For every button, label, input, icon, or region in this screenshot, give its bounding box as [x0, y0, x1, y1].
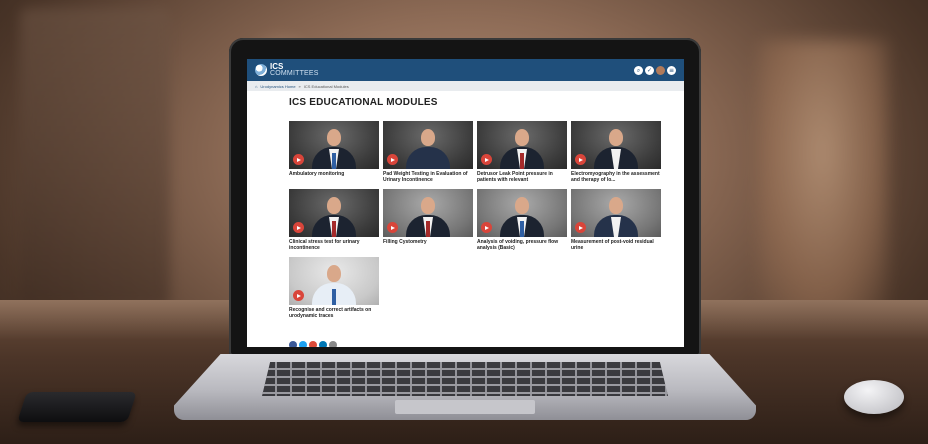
laptop-keyboard-rows: [262, 362, 668, 396]
computer-mouse: [844, 380, 904, 414]
module-thumbnail[interactable]: [289, 189, 379, 237]
module-thumbnail[interactable]: [383, 121, 473, 169]
menu-icon[interactable]: ≡: [667, 65, 676, 75]
modules-grid: Ambulatory monitoring Pad Weight Testing…: [289, 121, 661, 319]
play-icon[interactable]: [575, 222, 586, 233]
module-title[interactable]: Measurement of post-void residual urine: [571, 239, 661, 251]
module-thumbnail[interactable]: [289, 121, 379, 169]
module-card[interactable]: Detrusor Leak Point pressure in patients…: [477, 121, 567, 183]
module-title[interactable]: Analysis of voiding, pressure flow analy…: [477, 239, 567, 251]
module-title[interactable]: Clinical stress test for urinary inconti…: [289, 239, 379, 251]
presenter-head: [327, 265, 341, 282]
play-icon[interactable]: [387, 154, 398, 165]
presenter-head: [327, 129, 341, 146]
presenter-figure: [406, 147, 450, 169]
play-icon[interactable]: [293, 290, 304, 301]
module-title[interactable]: Detrusor Leak Point pressure in patients…: [477, 171, 567, 183]
breadcrumb-home-link[interactable]: Urodynamics Home: [260, 84, 295, 89]
breadcrumb-current: ICS Educational Modules: [303, 83, 349, 89]
facebook-icon[interactable]: [289, 341, 297, 347]
module-title[interactable]: Ambulatory monitoring: [289, 171, 379, 183]
module-card[interactable]: Measurement of post-void residual urine: [571, 189, 661, 251]
presenter-tie: [332, 221, 336, 237]
search-icon[interactable]: ⌕: [634, 65, 643, 75]
google-plus-icon[interactable]: [309, 341, 317, 347]
smartphone: [17, 392, 137, 422]
module-card[interactable]: Ambulatory monitoring: [289, 121, 379, 183]
play-icon[interactable]: [293, 154, 304, 165]
breadcrumb-separator: »: [298, 83, 301, 89]
module-thumbnail[interactable]: [477, 121, 567, 169]
logo-committees: COMMITTEES: [270, 70, 319, 77]
module-thumbnail[interactable]: [383, 189, 473, 237]
presenter-head: [327, 197, 341, 214]
presenter-tie: [426, 221, 430, 237]
site-header: ICS COMMITTEES ⌕ ✓ ≡: [247, 59, 684, 81]
presenter-tie: [332, 289, 336, 305]
module-thumbnail[interactable]: [571, 189, 661, 237]
presenter-tie: [520, 221, 524, 237]
header-actions: ⌕ ✓ ≡: [634, 65, 676, 75]
check-icon[interactable]: ✓: [645, 65, 654, 75]
module-card[interactable]: Filling Cystometry: [383, 189, 473, 251]
ics-logo-icon: [255, 64, 267, 76]
presenter-head: [515, 129, 529, 146]
page-title: ICS EDUCATIONAL MODULES: [289, 97, 438, 108]
play-icon[interactable]: [387, 222, 398, 233]
presenter-head: [609, 129, 623, 146]
module-title[interactable]: Filling Cystometry: [383, 239, 473, 251]
module-card[interactable]: Pad Weight Testing in Evaluation of Urin…: [383, 121, 473, 183]
laptop-trackpad: [395, 400, 535, 414]
module-thumbnail[interactable]: [289, 257, 379, 305]
module-title[interactable]: Pad Weight Testing in Evaluation of Urin…: [383, 171, 473, 183]
play-icon[interactable]: [481, 154, 492, 165]
module-thumbnail[interactable]: [477, 189, 567, 237]
play-icon[interactable]: [293, 222, 304, 233]
user-avatar[interactable]: [656, 65, 665, 75]
presenter-head: [609, 197, 623, 214]
presenter-head: [421, 197, 435, 214]
play-icon[interactable]: [481, 222, 492, 233]
module-card[interactable]: Recognise and correct artifacts on urody…: [289, 257, 379, 319]
background-window: [20, 8, 170, 308]
presenter-head: [515, 197, 529, 214]
module-thumbnail[interactable]: [571, 121, 661, 169]
more-share-icon[interactable]: [329, 341, 337, 347]
breadcrumb: ⌂ Urodynamics Home » ICS Educational Mod…: [247, 81, 684, 91]
background-light: [758, 40, 888, 320]
presenter-tie: [520, 153, 524, 169]
module-card[interactable]: Analysis of voiding, pressure flow analy…: [477, 189, 567, 251]
module-title[interactable]: Recognise and correct artifacts on urody…: [289, 307, 379, 319]
logo-text: ICS COMMITTEES: [270, 62, 319, 78]
presenter-tie: [332, 153, 336, 169]
module-card[interactable]: Electromyography in the assessment and t…: [571, 121, 661, 183]
module-title[interactable]: Electromyography in the assessment and t…: [571, 171, 661, 183]
site-logo[interactable]: ICS COMMITTEES: [255, 63, 319, 77]
twitter-icon[interactable]: [299, 341, 307, 347]
home-icon: ⌂: [255, 83, 258, 89]
presenter-head: [421, 129, 435, 146]
logo-ics: ICS: [270, 62, 284, 71]
play-icon[interactable]: [575, 154, 586, 165]
laptop-screen: ICS COMMITTEES ⌕ ✓ ≡ ⌂ Urodynamics Home …: [247, 59, 684, 347]
share-buttons: [289, 341, 337, 347]
module-card[interactable]: Clinical stress test for urinary inconti…: [289, 189, 379, 251]
linkedin-icon[interactable]: [319, 341, 327, 347]
